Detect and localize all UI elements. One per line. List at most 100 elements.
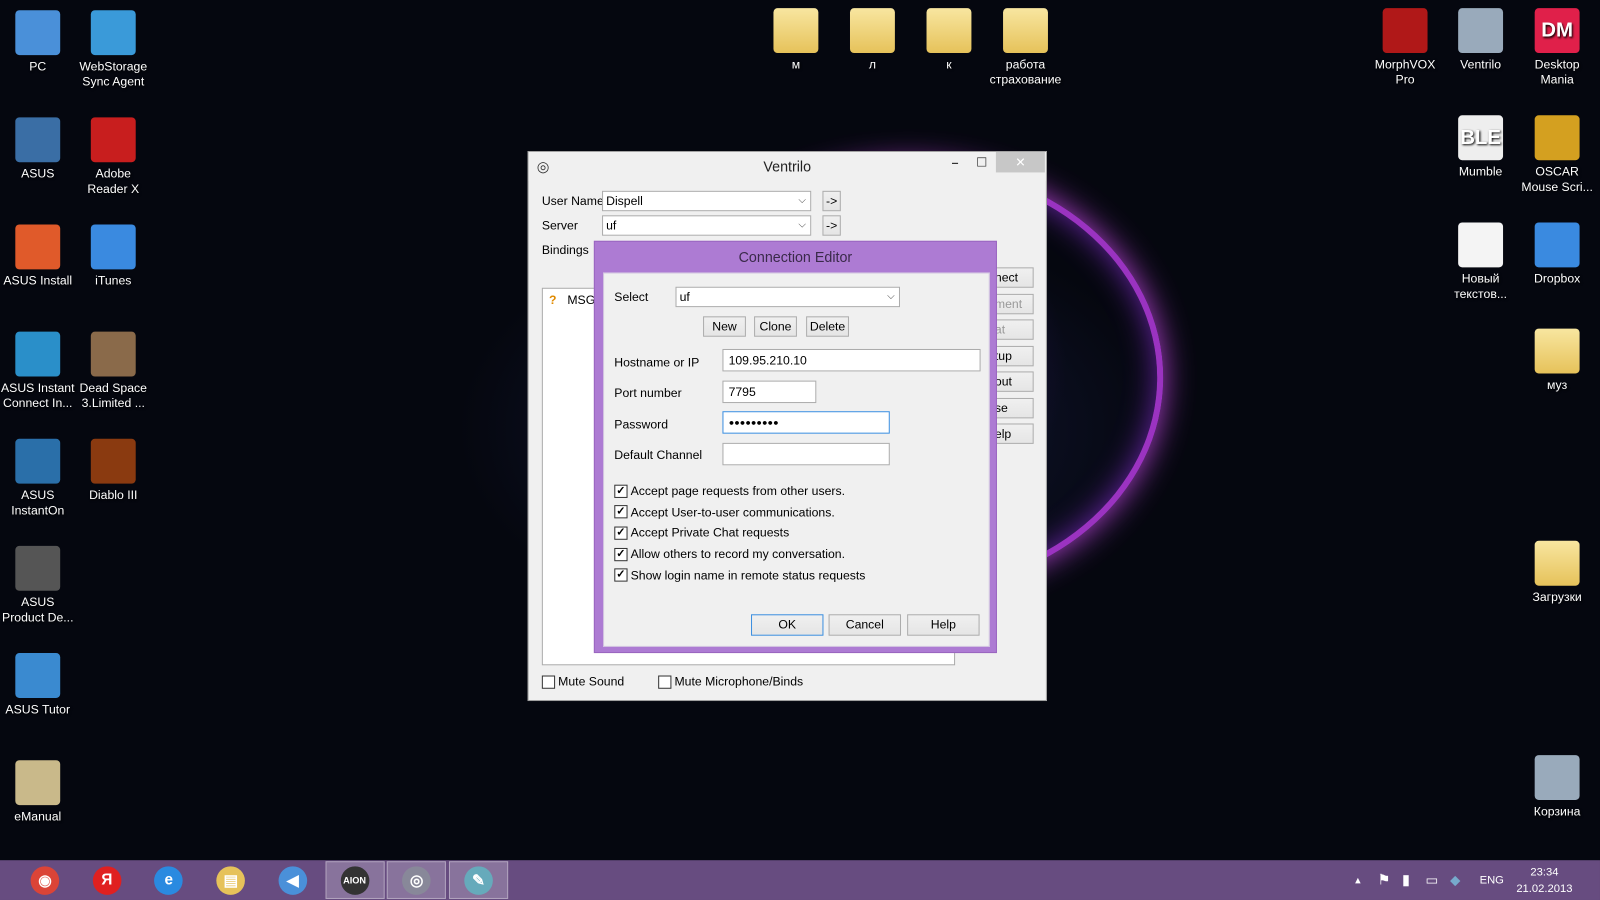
user-name-label: User Name: [541, 193, 604, 209]
server-arrow-button[interactable]: ->: [822, 215, 841, 236]
battery-icon[interactable]: ▮: [1402, 860, 1410, 900]
port-input[interactable]: 7795: [722, 380, 817, 404]
clock[interactable]: 23:34 21.02.2013: [1516, 860, 1572, 900]
checkmark-icon: ✓: [614, 484, 628, 498]
desktop-icon[interactable]: Adobe Reader X: [76, 117, 152, 197]
taskbar: ◉ Яe ▤ ◀ AION ◎ ✎ ▴ ⚑ ▮ ▭ ◆ ENG 23:34 21.02.20…: [0, 860, 1600, 900]
desktop-icon-label: Dead Space 3.Limited ...: [79, 380, 147, 411]
hostname-input[interactable]: 109.95.210.10: [722, 348, 981, 372]
desktop-icon-label: работа страхование: [989, 57, 1062, 87]
taskbar-app-internet-explorer[interactable]: e: [139, 861, 198, 899]
taskbar-app-aion[interactable]: AION: [324, 861, 385, 899]
ventrilo-icon: ◎: [402, 865, 431, 895]
desktop-icon[interactable]: ASUS Tutor: [0, 653, 76, 717]
desktop-icon-label: Загрузки: [1532, 589, 1582, 605]
desktop-icon[interactable]: Dead Space 3.Limited ...: [76, 331, 152, 412]
chrome-icon: ◉: [30, 865, 60, 895]
desktop-icon-label: Корзина: [1533, 804, 1581, 819]
user-name-combo[interactable]: Dispell ⌵: [602, 190, 812, 212]
desktop-icon[interactable]: BLE Mumble: [1443, 115, 1519, 179]
desktop-icon[interactable]: eManual: [0, 760, 76, 824]
desktop-icon[interactable]: MorphVOX Pro: [1367, 8, 1443, 88]
show-hidden-icons-button[interactable]: ▴: [1355, 860, 1361, 900]
desktop-icon[interactable]: Diablo III: [76, 438, 152, 503]
password-input[interactable]: ●●●●●●●●●: [722, 411, 890, 434]
desktop-icon[interactable]: ASUS Instant Connect In...: [0, 331, 76, 412]
network-icon[interactable]: ▭: [1425, 860, 1438, 900]
option-checkbox[interactable]: ✓ Accept page requests from other users.: [614, 484, 845, 498]
chevron-down-icon: ⌵: [798, 194, 807, 207]
desktop-icon-label: ASUS: [21, 166, 55, 181]
taskbar-app-chrome[interactable]: ◉: [15, 861, 74, 899]
checkmark-icon: ✓: [614, 526, 628, 540]
desktop-icon-label: ASUS Tutor: [5, 702, 71, 717]
close-button[interactable]: ✕: [995, 152, 1045, 173]
hostname-label: Hostname or IP: [614, 355, 700, 370]
new-button[interactable]: New: [703, 316, 746, 337]
desktop-icon[interactable]: iTunes: [76, 224, 152, 288]
help-button[interactable]: Help: [907, 614, 980, 636]
desktop-icon[interactable]: ASUS Product De...: [0, 545, 76, 626]
taskbar-app-file-explorer[interactable]: ▤: [201, 861, 260, 899]
clock-time: 23:34: [1530, 865, 1559, 879]
paint-icon: ✎: [464, 865, 493, 895]
folder-icon: [1534, 328, 1580, 374]
option-checkbox[interactable]: ✓ Show login name in remote status reques…: [614, 568, 865, 582]
desktop-icon[interactable]: ASUS Install: [0, 224, 76, 288]
user-name-arrow-button[interactable]: ->: [822, 190, 841, 212]
app-icon: [1534, 115, 1580, 161]
app-icon: [15, 117, 61, 163]
option-checkbox[interactable]: ✓ Accept User-to-user communications.: [614, 505, 835, 519]
desktop-icon[interactable]: ASUS: [0, 117, 76, 181]
taskbar-app-yandex[interactable]: Я: [77, 861, 136, 899]
select-combo[interactable]: uf ⌵: [675, 286, 900, 308]
title-bar[interactable]: ◎ Ventrilo – ☐ ✕: [528, 152, 1046, 181]
desktop-icon[interactable]: Ventrilo: [1443, 8, 1519, 72]
server-combo[interactable]: uf ⌵: [602, 215, 812, 236]
desktop-icon[interactable]: м: [758, 8, 834, 72]
server-label: Server: [541, 218, 578, 233]
folder-icon: [926, 8, 972, 54]
cancel-button[interactable]: Cancel: [828, 614, 902, 636]
bindings-label: Bindings: [541, 242, 589, 258]
mute-sound-checkbox[interactable]: Mute Sound: [541, 674, 624, 689]
taskbar-app-sound[interactable]: ◀: [263, 861, 322, 899]
select-label: Select: [614, 289, 649, 305]
desktop-icon[interactable]: Корзина: [1519, 755, 1595, 819]
desktop-icon[interactable]: OSCAR Mouse Scri...: [1519, 115, 1595, 195]
maximize-button[interactable]: ☐: [969, 152, 993, 172]
default-channel-input[interactable]: [722, 442, 890, 466]
flag-icon[interactable]: ⚑: [1378, 860, 1391, 900]
desktop-icon[interactable]: Загрузки: [1519, 540, 1595, 605]
desktop-icon[interactable]: DM Desktop Mania: [1519, 8, 1595, 88]
minimize-button[interactable]: –: [943, 152, 967, 172]
taskbar-app-paint[interactable]: ✎: [448, 861, 509, 899]
desktop-icon[interactable]: л: [835, 8, 911, 72]
option-checkbox[interactable]: ✓ Accept Private Chat requests: [614, 526, 789, 540]
file-explorer-icon: ▤: [216, 865, 245, 895]
desktop-icon[interactable]: Новый текстов...: [1443, 222, 1519, 302]
option-label: Allow others to record my conversation.: [630, 547, 845, 562]
app-icon: [90, 438, 136, 484]
option-label: Show login name in remote status request…: [630, 568, 866, 583]
dropbox-tray-icon[interactable]: ◆: [1450, 860, 1460, 900]
desktop-icon[interactable]: ASUS InstantOn: [0, 438, 76, 519]
ok-button[interactable]: OK: [751, 614, 824, 636]
delete-button[interactable]: Delete: [806, 316, 849, 337]
folder-icon: [1534, 540, 1580, 586]
mute-microphone-checkbox[interactable]: Mute Microphone/Binds: [658, 674, 803, 689]
clone-button[interactable]: Clone: [754, 316, 797, 337]
desktop-icon[interactable]: к: [911, 8, 987, 72]
desktop-icon[interactable]: PC: [0, 10, 76, 74]
taskbar-app-ventrilo[interactable]: ◎: [386, 861, 447, 899]
option-checkbox[interactable]: ✓ Allow others to record my conversation.: [614, 547, 845, 561]
desktop-icon[interactable]: Dropbox: [1519, 222, 1595, 286]
desktop-icon[interactable]: WebStorage Sync Agent: [76, 10, 152, 90]
desktop-icon-label: WebStorage Sync Agent: [79, 59, 148, 89]
desktop-icon[interactable]: работа страхование: [988, 8, 1064, 88]
desktop-icon[interactable]: муз: [1519, 328, 1595, 393]
desktop-icon-label: к: [946, 57, 952, 72]
app-icon: [90, 117, 136, 163]
app-icon: [15, 224, 61, 270]
language-indicator[interactable]: ENG: [1480, 860, 1504, 900]
